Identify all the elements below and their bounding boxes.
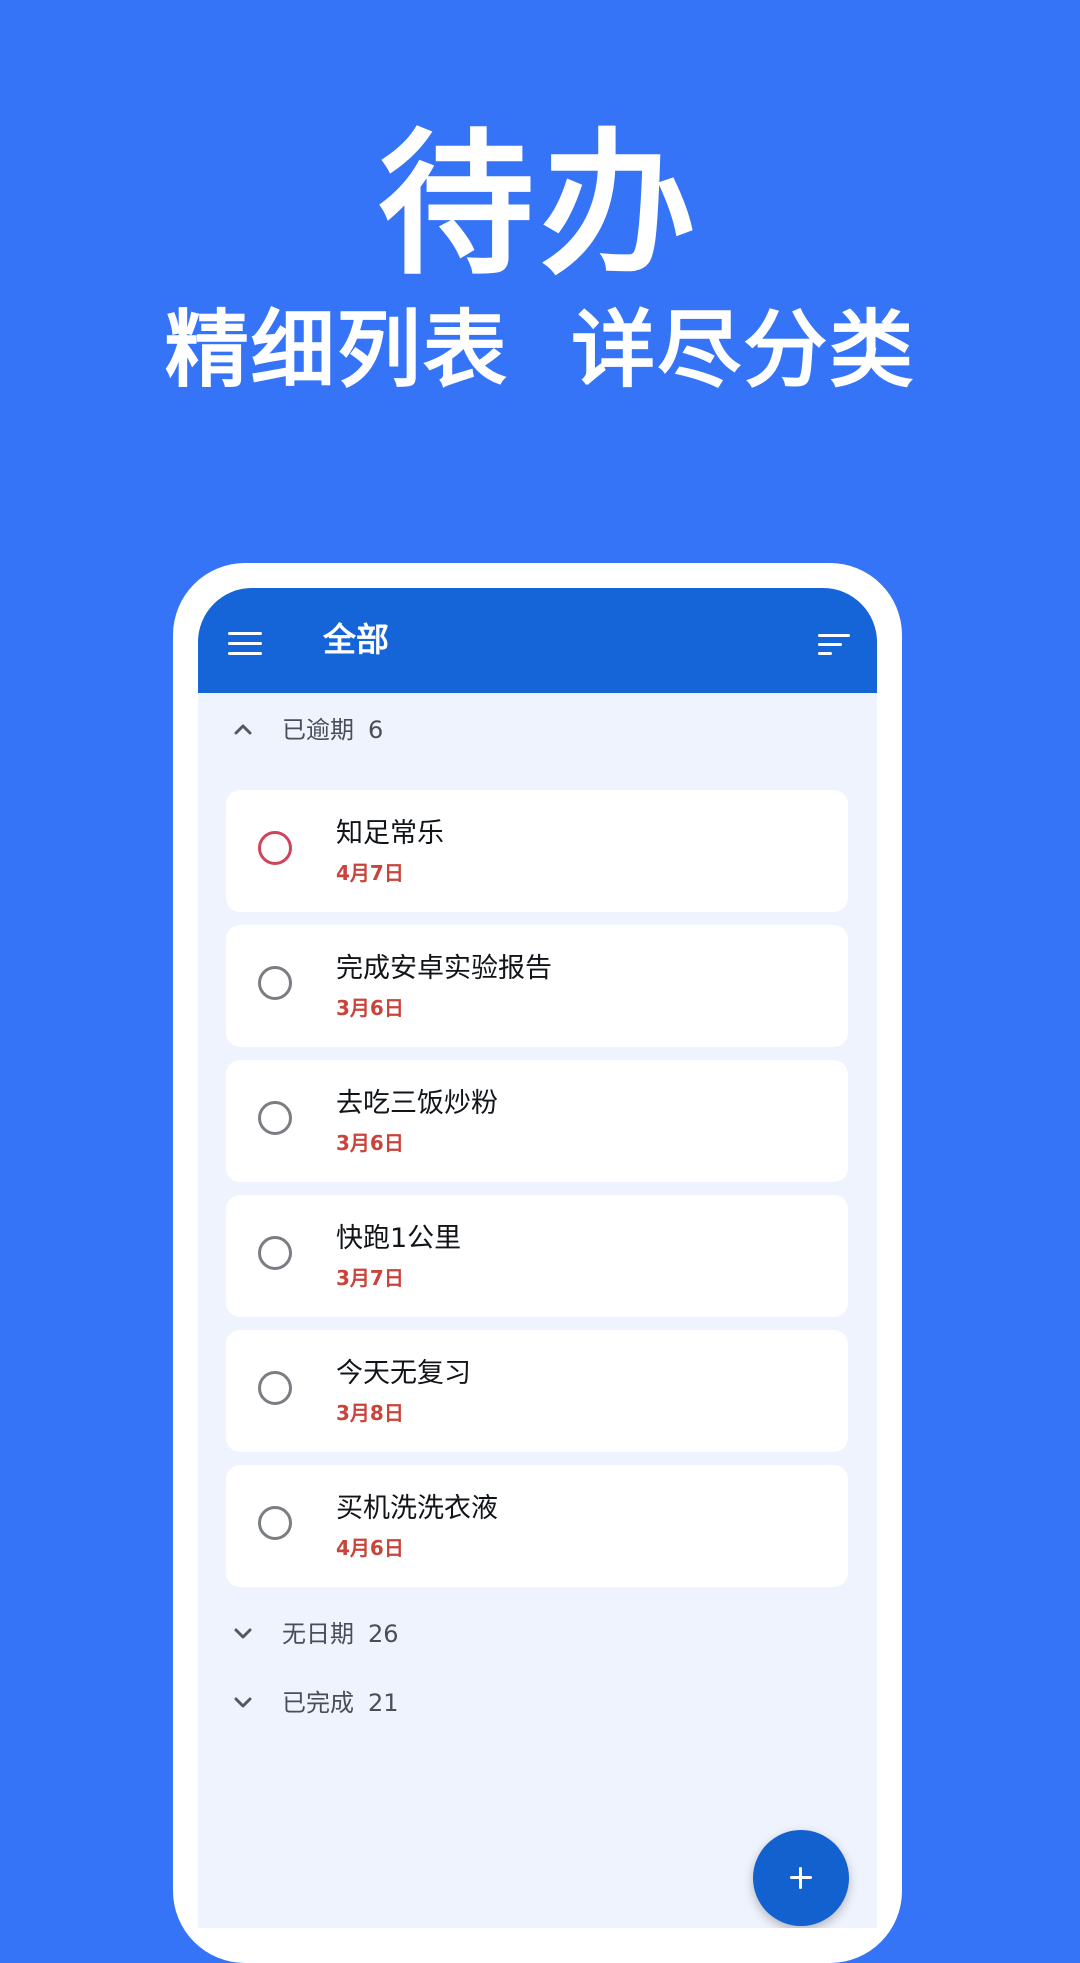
chevron-down-icon bbox=[234, 1628, 252, 1639]
task-checkbox[interactable] bbox=[258, 966, 292, 1000]
task-checkbox[interactable] bbox=[258, 831, 292, 865]
promo-title: 待办 bbox=[378, 113, 702, 296]
task-card[interactable]: 去吃三饭炒粉 3月6日 bbox=[226, 1060, 848, 1182]
task-title: 快跑1公里 bbox=[336, 1223, 462, 1254]
chevron-down-icon bbox=[234, 1697, 252, 1708]
group-count: 6 bbox=[368, 716, 384, 744]
task-date: 3月6日 bbox=[336, 996, 404, 1020]
sort-icon[interactable] bbox=[818, 634, 852, 656]
group-header-no-date[interactable]: 无日期 26 bbox=[198, 1606, 877, 1662]
task-title: 完成安卓实验报告 bbox=[336, 953, 552, 984]
task-card[interactable]: 买机洗洗衣液 4月6日 bbox=[226, 1465, 848, 1587]
task-title: 今天无复习 bbox=[336, 1358, 471, 1389]
task-checkbox[interactable] bbox=[258, 1506, 292, 1540]
task-card[interactable]: 完成安卓实验报告 3月6日 bbox=[226, 925, 848, 1047]
task-card[interactable]: 快跑1公里 3月7日 bbox=[226, 1195, 848, 1317]
group-label: 已完成 21 bbox=[282, 1685, 399, 1721]
group-title: 已逾期 bbox=[282, 716, 354, 744]
app-screen: 全部 已逾期 6 知足常乐 4月7日 完成安卓实验报告 3月6日 去吃三饭炒粉 3… bbox=[198, 588, 877, 1928]
group-count: 26 bbox=[368, 1620, 399, 1648]
task-card[interactable]: 今天无复习 3月8日 bbox=[226, 1330, 848, 1452]
group-count: 21 bbox=[368, 1689, 399, 1717]
task-card[interactable]: 知足常乐 4月7日 bbox=[226, 790, 848, 912]
task-title: 知足常乐 bbox=[336, 818, 444, 849]
task-date: 4月6日 bbox=[336, 1536, 404, 1560]
task-title: 买机洗洗衣液 bbox=[336, 1493, 498, 1524]
group-title: 无日期 bbox=[282, 1620, 354, 1648]
page-title: 全部 bbox=[323, 620, 389, 659]
group-label: 已逾期 6 bbox=[282, 712, 383, 748]
group-title: 已完成 bbox=[282, 1689, 354, 1717]
task-checkbox[interactable] bbox=[258, 1371, 292, 1405]
group-header-overdue[interactable]: 已逾期 6 bbox=[198, 702, 877, 758]
task-date: 3月7日 bbox=[336, 1266, 404, 1290]
app-bar: 全部 bbox=[198, 588, 877, 693]
group-label: 无日期 26 bbox=[282, 1616, 399, 1652]
group-header-completed[interactable]: 已完成 21 bbox=[198, 1675, 877, 1731]
chevron-up-icon bbox=[234, 724, 252, 735]
add-task-button[interactable] bbox=[753, 1830, 849, 1926]
task-checkbox[interactable] bbox=[258, 1101, 292, 1135]
task-date: 3月6日 bbox=[336, 1131, 404, 1155]
hamburger-menu-icon[interactable] bbox=[228, 632, 262, 656]
task-date: 4月7日 bbox=[336, 861, 404, 885]
task-title: 去吃三饭炒粉 bbox=[336, 1088, 498, 1119]
task-checkbox[interactable] bbox=[258, 1236, 292, 1270]
task-date: 3月8日 bbox=[336, 1401, 404, 1425]
promo-subtitle: 精细列表 详尽分类 bbox=[164, 300, 916, 399]
